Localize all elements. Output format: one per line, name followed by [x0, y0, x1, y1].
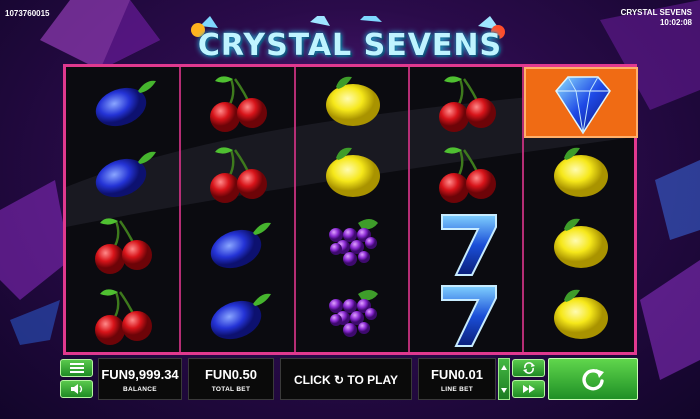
- cherry-icon: [439, 76, 496, 132]
- reel-2-row-1-cherry-symbol: [181, 67, 295, 138]
- reel-3-row-4-grapes-symbol: [296, 280, 410, 351]
- chevron-updown-icon: [501, 365, 507, 393]
- reel-4-row-1-cherry-symbol: [410, 67, 524, 138]
- sound-button[interactable]: [60, 380, 93, 398]
- total-bet-value: FUN0.50: [204, 367, 258, 382]
- reel-3-row-1-lemon-symbol: [296, 67, 410, 138]
- reel-4-row-2-cherry-symbol: [410, 138, 524, 209]
- fast-forward-icon: [522, 385, 535, 393]
- reel-1-row-1-plum-symbol: [66, 67, 180, 138]
- spin-icon: [582, 369, 604, 391]
- cherry-icon: [439, 147, 496, 203]
- reel-2-row-2-cherry-symbol: [181, 138, 295, 209]
- click-to-play-text: CLICK ↻ TO PLAY: [293, 373, 399, 387]
- menu-icon: [69, 363, 84, 373]
- reel-2-row-3-plum-symbol: [181, 209, 295, 280]
- reel-3-row-2-lemon-symbol: [296, 138, 410, 209]
- balance-panel: FUN9,999.34 BALANCE: [98, 358, 182, 400]
- reel-5-row-1-diamond-symbol: [524, 67, 638, 138]
- line-bet-panel[interactable]: FUN0.01 LINE BET: [418, 358, 496, 400]
- line-bet-value: FUN0.01: [430, 367, 484, 382]
- spin-button[interactable]: [548, 358, 638, 400]
- autoplay-icon: [522, 362, 535, 374]
- cherry-icon: [210, 147, 267, 203]
- total-bet-panel[interactable]: FUN0.50 TOTAL BET: [188, 358, 274, 400]
- reel-3-row-3-grapes-symbol: [296, 209, 410, 280]
- line-bet-label: LINE BET: [440, 386, 473, 393]
- reel-5-row-3-lemon-symbol: [524, 209, 638, 280]
- lemon-icon: [326, 76, 380, 126]
- lemon-icon: [554, 218, 608, 268]
- seven-icon: [441, 285, 497, 347]
- reel-1-row-4-cherry-symbol: [66, 280, 180, 351]
- seven-icon: [441, 214, 497, 276]
- reel-4-row-4-seven-symbol: [410, 280, 524, 351]
- session-id: 1073760015: [5, 9, 50, 18]
- plum-icon: [95, 151, 156, 198]
- balance-value: FUN9,999.34: [101, 367, 179, 382]
- reel-4-row-3-seven-symbol: [410, 209, 524, 280]
- cherry-icon: [210, 76, 267, 132]
- reel-1-row-3-cherry-symbol: [66, 209, 180, 280]
- plum-icon: [95, 80, 156, 127]
- lemon-icon: [554, 289, 608, 339]
- turbo-button[interactable]: [512, 380, 545, 398]
- cherry-icon: [95, 289, 152, 345]
- game-title-label: CRYSTAL SEVENS: [620, 8, 692, 17]
- game-logo: CRYSTAL SEVENS: [160, 16, 540, 63]
- reel-5-row-4-lemon-symbol: [524, 280, 638, 351]
- clock: 10:02:08: [659, 18, 692, 27]
- menu-button[interactable]: [60, 359, 93, 377]
- line-bet-stepper[interactable]: [498, 358, 510, 400]
- lemon-icon: [554, 147, 608, 197]
- diamond-icon: [555, 76, 611, 135]
- balance-label: BALANCE: [123, 386, 157, 393]
- plum-icon: [210, 293, 271, 340]
- click-to-play-panel: CLICK ↻ TO PLAY: [280, 358, 412, 400]
- total-bet-label: TOTAL BET: [211, 386, 251, 393]
- reel-5-row-2-lemon-symbol: [524, 138, 638, 209]
- autoplay-button[interactable]: [512, 359, 545, 377]
- grapes-icon: [329, 290, 378, 337]
- reel-1-row-2-plum-symbol: [66, 138, 180, 209]
- cherry-icon: [95, 218, 152, 274]
- reel-grid: [63, 64, 638, 355]
- control-bar: FUN9,999.34 BALANCE FUN0.50 TOTAL BET CL…: [60, 358, 640, 402]
- grapes-icon: [329, 219, 378, 266]
- logo-text: CRYSTAL SEVENS: [197, 28, 503, 63]
- plum-icon: [210, 222, 271, 269]
- sound-icon: [70, 384, 82, 394]
- reel-2-row-4-plum-symbol: [181, 280, 295, 351]
- lemon-icon: [326, 147, 380, 197]
